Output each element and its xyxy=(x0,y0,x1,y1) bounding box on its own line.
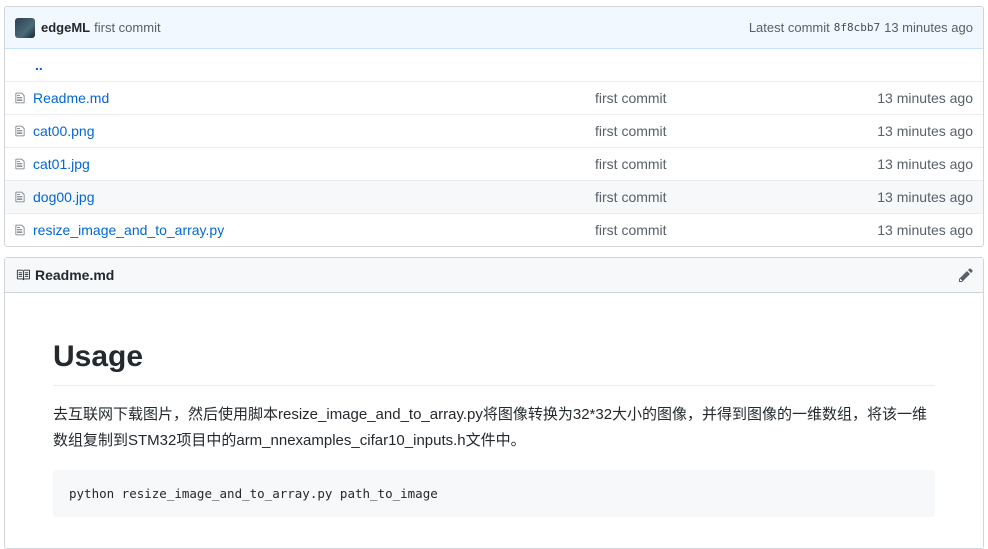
file-commit-message[interactable]: first commit xyxy=(595,189,877,205)
parent-directory-label[interactable]: .. xyxy=(35,57,43,73)
file-link[interactable]: Readme.md xyxy=(33,90,109,106)
file-icon xyxy=(15,125,25,137)
latest-commit-label: Latest commit xyxy=(748,20,830,35)
file-icon xyxy=(15,224,25,236)
readme-article: Usage 去互联网下载图片，然后使用脚本resize_image_and_to… xyxy=(5,339,983,517)
commit-author[interactable]: edgeML xyxy=(41,20,90,35)
file-commit-message[interactable]: first commit xyxy=(595,90,877,106)
edit-pencil-icon[interactable] xyxy=(959,267,973,283)
file-link[interactable]: resize_image_and_to_array.py xyxy=(33,222,224,238)
readme-paragraph: 去互联网下载图片，然后使用脚本resize_image_and_to_array… xyxy=(53,406,928,449)
code-block: python resize_image_and_to_array.py path… xyxy=(53,470,935,517)
commit-sha[interactable]: 8f8cbb7 xyxy=(834,21,880,34)
avatar[interactable] xyxy=(15,17,35,38)
file-link[interactable]: cat00.png xyxy=(33,123,95,139)
file-icon xyxy=(15,191,25,203)
file-name-cell: cat01.jpg xyxy=(15,156,595,172)
latest-commit-bar: edgeML first commit Latest commit 8f8cbb… xyxy=(5,7,983,49)
file-commit-message[interactable]: first commit xyxy=(595,222,877,238)
file-name-cell: resize_image_and_to_array.py xyxy=(15,222,595,238)
readme-heading: Usage xyxy=(53,339,935,386)
table-row: dog00.jpg first commit 13 minutes ago xyxy=(5,180,983,213)
file-age: 13 minutes ago xyxy=(877,123,973,139)
file-icon xyxy=(15,158,25,170)
table-row: cat01.jpg first commit 13 minutes ago xyxy=(5,147,983,180)
table-row: resize_image_and_to_array.py first commi… xyxy=(5,213,983,246)
file-age: 13 minutes ago xyxy=(877,189,973,205)
file-name-cell: cat00.png xyxy=(15,123,595,139)
readme-filename: Readme.md xyxy=(35,267,115,283)
file-commit-message[interactable]: first commit xyxy=(595,123,877,139)
file-link[interactable]: cat01.jpg xyxy=(33,156,90,172)
file-commit-message[interactable]: first commit xyxy=(595,156,877,172)
commit-age: 13 minutes ago xyxy=(884,20,973,35)
readme-panel: Readme.md Usage 去互联网下载图片，然后使用脚本resize_im… xyxy=(4,257,984,549)
file-browser: edgeML first commit Latest commit 8f8cbb… xyxy=(4,6,984,247)
file-age: 13 minutes ago xyxy=(877,90,973,106)
file-icon xyxy=(15,92,25,104)
file-name-cell: Readme.md xyxy=(15,90,595,106)
file-age: 13 minutes ago xyxy=(877,222,973,238)
book-icon xyxy=(15,268,31,282)
parent-directory-link[interactable]: .. xyxy=(5,49,983,81)
readme-header: Readme.md xyxy=(5,258,983,293)
commit-message[interactable]: first commit xyxy=(94,20,160,35)
file-age: 13 minutes ago xyxy=(877,156,973,172)
table-row: cat00.png first commit 13 minutes ago xyxy=(5,114,983,147)
file-link[interactable]: dog00.jpg xyxy=(33,189,95,205)
file-name-cell: dog00.jpg xyxy=(15,189,595,205)
table-row: Readme.md first commit 13 minutes ago xyxy=(5,81,983,114)
